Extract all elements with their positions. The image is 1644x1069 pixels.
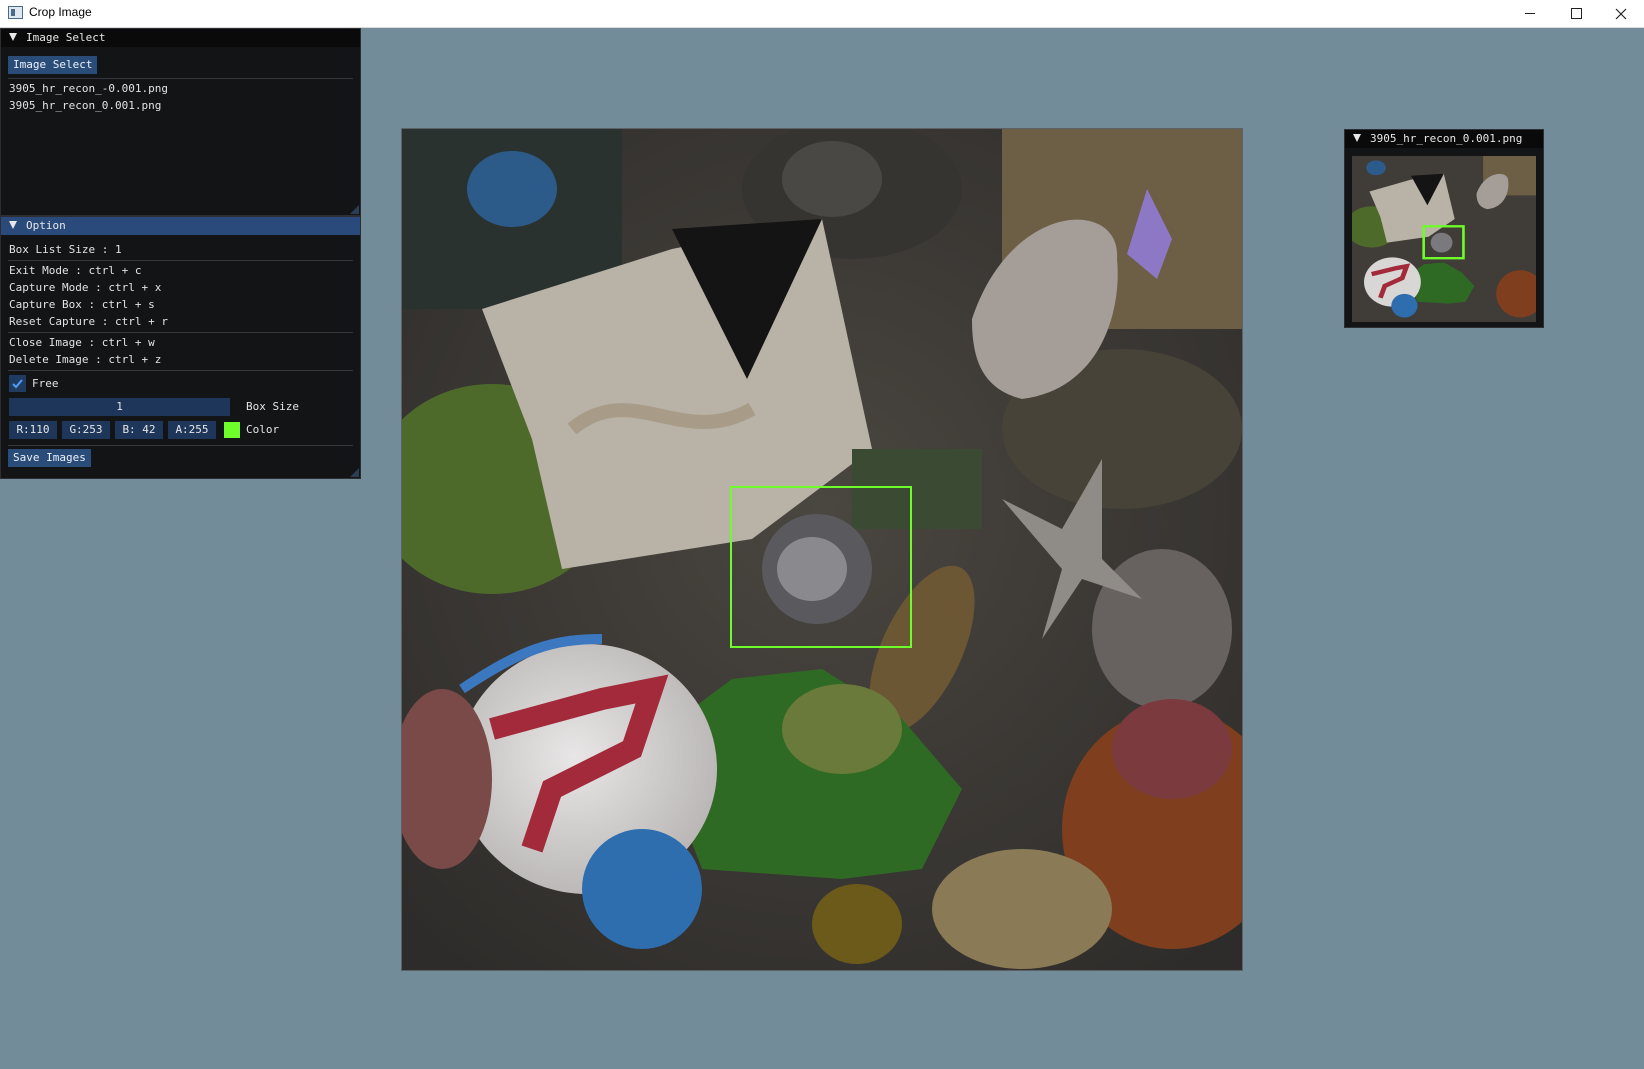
collapse-arrow-icon[interactable] — [1353, 134, 1361, 142]
image-select-header[interactable]: Image Select — [1, 29, 360, 47]
main-image-canvas[interactable] — [401, 128, 1243, 971]
maximize-button[interactable] — [1553, 0, 1599, 27]
collapse-arrow-icon[interactable] — [9, 221, 17, 229]
color-b-field[interactable]: B: 42 — [115, 421, 163, 439]
file-list-item[interactable]: 3905_hr_recon_0.001.png — [9, 99, 161, 113]
minimize-button[interactable] — [1507, 0, 1553, 27]
resize-grip[interactable] — [350, 468, 359, 477]
free-checkbox[interactable] — [9, 375, 26, 392]
preview-thumbnail — [1352, 156, 1536, 322]
color-a-field[interactable]: A:255 — [168, 421, 216, 439]
option-panel: Option Box List Size : 1 Exit Mode : ctr… — [0, 216, 361, 479]
file-list-item[interactable]: 3905_hr_recon_-0.001.png — [9, 82, 168, 96]
minimize-icon — [1525, 13, 1535, 14]
color-r-field[interactable]: R:110 — [9, 421, 57, 439]
box-list-size: Box List Size : 1 — [9, 243, 122, 256]
image-select-panel: Image Select Image Select 3905_hr_recon_… — [0, 28, 361, 216]
option-title: Option — [26, 219, 66, 232]
free-label: Free — [32, 377, 59, 390]
preview-image[interactable] — [1352, 156, 1536, 322]
close-button[interactable] — [1598, 0, 1644, 27]
shortcut-capture-mode: Capture Mode : ctrl + x — [9, 281, 162, 294]
divider — [8, 260, 353, 261]
image-select-button[interactable]: Image Select — [8, 56, 98, 74]
shortcut-close-image: Close Image : ctrl + w — [9, 336, 155, 349]
checkmark-icon — [12, 379, 23, 389]
window-title: Crop Image — [29, 5, 92, 19]
title-bar: Crop Image — [0, 0, 1644, 28]
option-header[interactable]: Option — [1, 217, 360, 235]
save-images-button[interactable]: Save Images — [8, 449, 91, 467]
divider — [8, 332, 353, 333]
app-icon — [8, 6, 23, 19]
shortcut-exit-mode: Exit Mode : ctrl + c — [9, 264, 142, 277]
preview-title: 3905_hr_recon_0.001.png — [1370, 132, 1523, 145]
maximize-icon — [1570, 8, 1582, 19]
color-label: Color — [246, 423, 280, 436]
preview-panel: 3905_hr_recon_0.001.png — [1344, 129, 1544, 328]
divider — [8, 370, 353, 371]
divider — [8, 445, 353, 446]
shortcut-reset-capture: Reset Capture : ctrl + r — [9, 315, 168, 328]
image-select-title: Image Select — [26, 31, 106, 44]
close-icon — [1615, 8, 1627, 19]
shortcut-delete-image: Delete Image : ctrl + z — [9, 353, 162, 366]
color-swatch[interactable] — [224, 422, 240, 438]
resize-grip[interactable] — [350, 205, 359, 214]
box-size-slider[interactable]: 1 — [9, 398, 230, 416]
color-g-field[interactable]: G:253 — [62, 421, 110, 439]
divider — [8, 78, 353, 79]
shortcut-capture-box: Capture Box : ctrl + s — [9, 298, 155, 311]
preview-header[interactable]: 3905_hr_recon_0.001.png — [1345, 130, 1543, 148]
collapse-arrow-icon[interactable] — [9, 33, 17, 41]
crop-box[interactable] — [730, 486, 912, 648]
box-size-label: Box Size — [246, 400, 299, 413]
